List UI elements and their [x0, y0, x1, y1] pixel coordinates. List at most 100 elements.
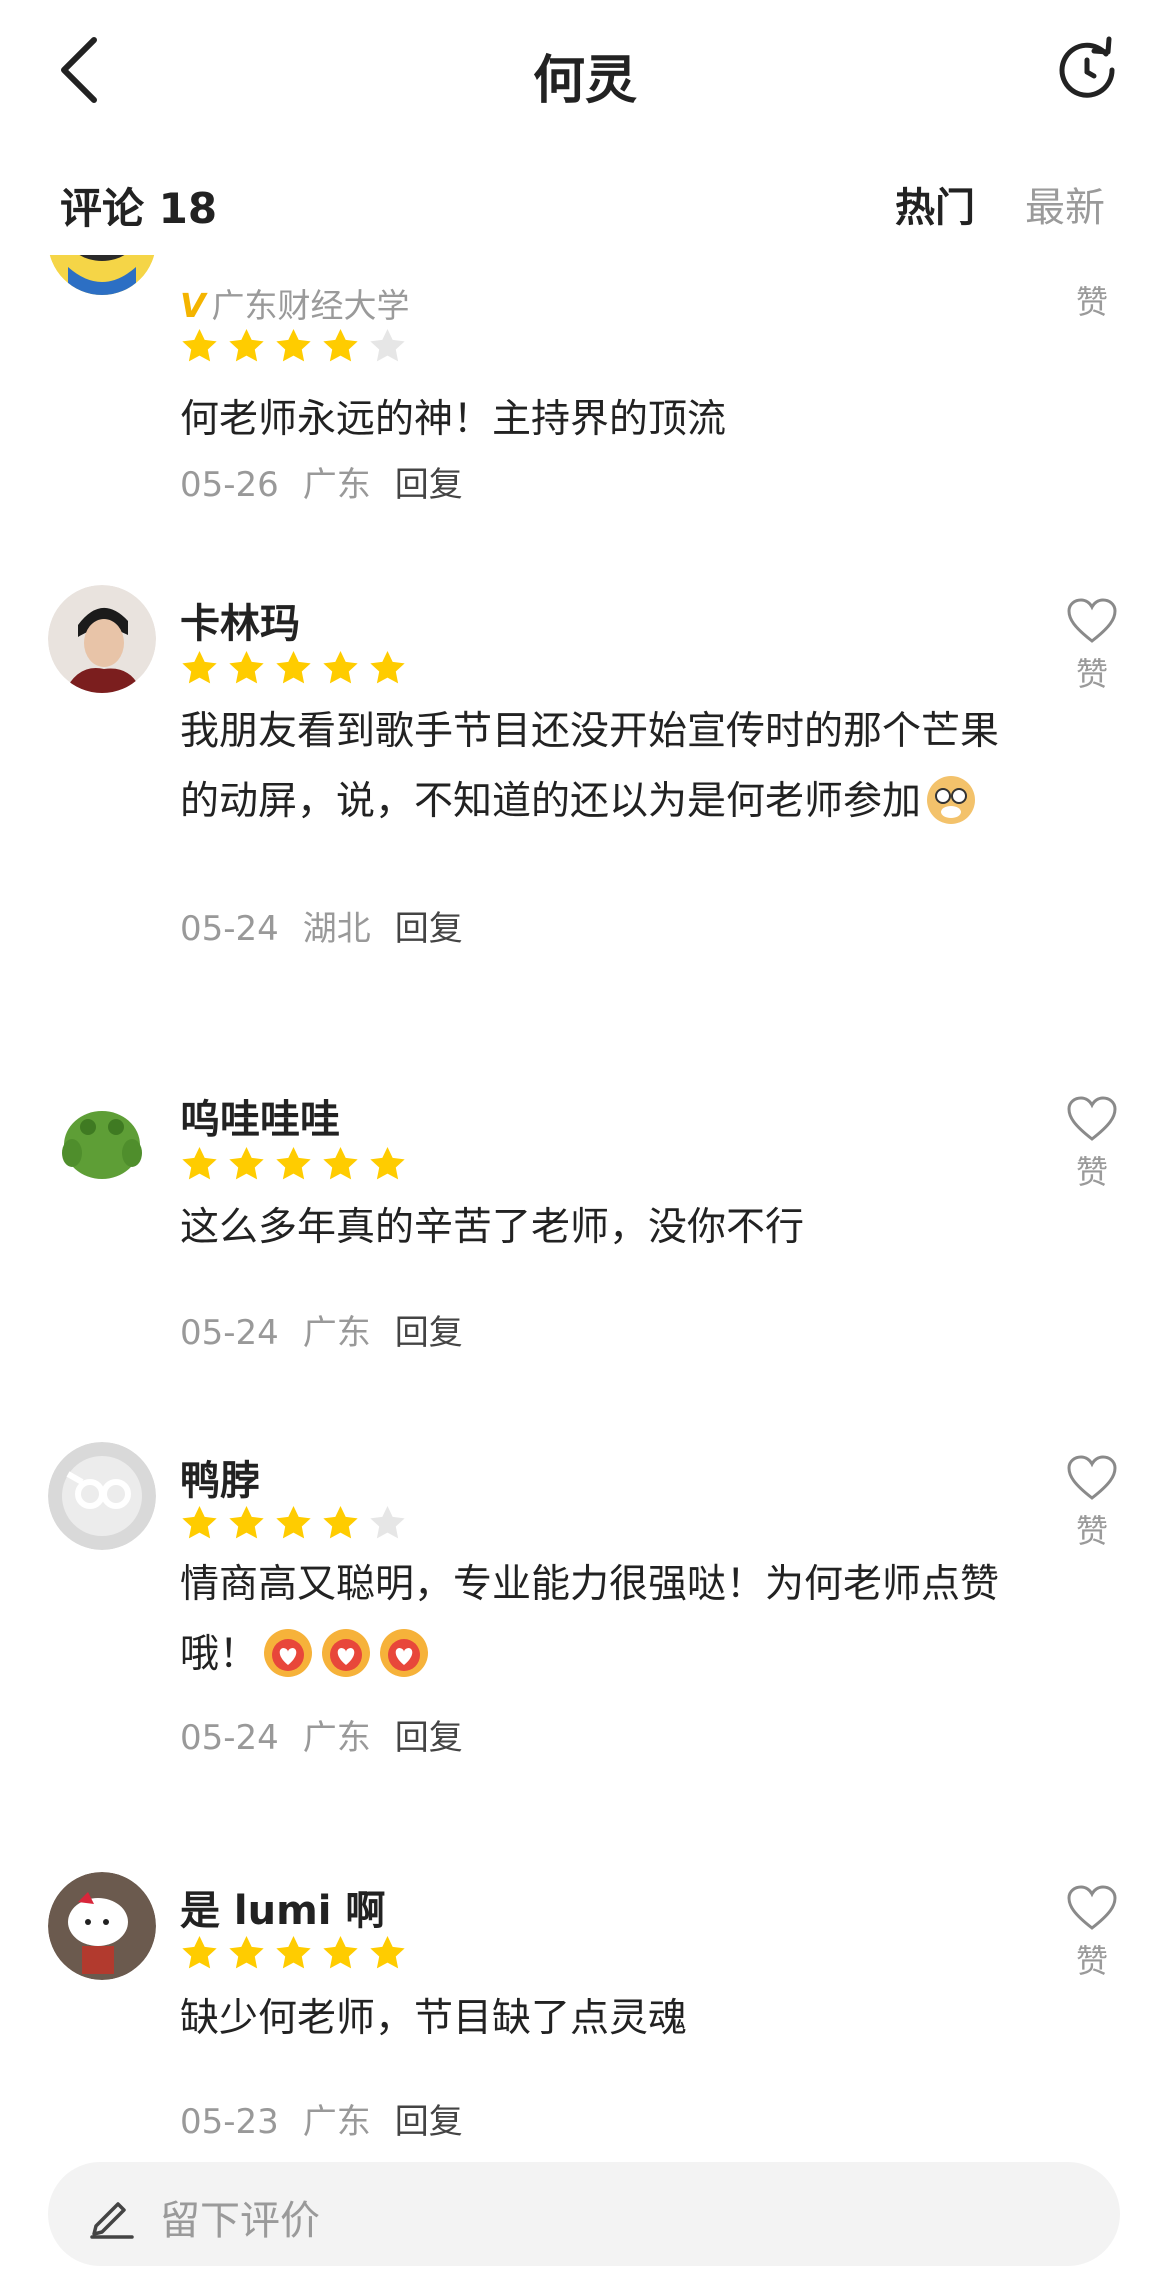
star-filled-icon: [323, 1505, 358, 1539]
like-label: 赞: [1075, 1153, 1108, 1191]
comment-filter-bar: 评论 18 热门 最新: [0, 165, 1170, 245]
heart-icon: [1067, 598, 1117, 643]
pen-icon: [90, 2202, 134, 2239]
star-rating: [180, 649, 407, 693]
comment-text: 情商高又聪明，专业能力很强哒！为何老师点赞哦！: [180, 1562, 1000, 1677]
star-filled-icon: [323, 1146, 358, 1180]
star-filled-icon: [276, 1505, 311, 1539]
star-filled-icon: [370, 1935, 405, 1969]
nav-bar: 何灵: [0, 0, 1170, 140]
star-filled-icon: [370, 1146, 405, 1180]
comment-date: 05-24: [180, 909, 279, 949]
comment-location: 湖北: [302, 909, 371, 949]
comment-list: V 广东财经大学 何老师永远的神！主持界的顶流 05-26 广东 回复 赞 卡林玛 我…: [0, 255, 1170, 2155]
comment-date: 05-24: [180, 1313, 279, 1353]
star-filled-icon: [276, 1146, 311, 1180]
comment-location: 广东: [302, 2102, 371, 2142]
heart-icon: [1067, 1455, 1117, 1500]
star-filled-icon: [182, 1505, 217, 1539]
star-filled-icon: [323, 328, 358, 362]
comment-text: 我朋友看到歌手节目还没开始宣传时的那个芒果的动屏，说，不知道的还以为是何老师参加: [180, 709, 1000, 824]
comment-date: 05-23: [180, 2102, 279, 2142]
verified-badge: V: [180, 286, 206, 325]
reply-button[interactable]: 回复: [395, 465, 463, 505]
heart-face-emoji-icon: [322, 1629, 371, 1677]
tab-newest[interactable]: 最新: [1025, 175, 1105, 233]
like-label: 赞: [1075, 283, 1108, 321]
avatar[interactable]: [48, 1442, 156, 1550]
reply-button[interactable]: 回复: [395, 909, 463, 949]
comment-date: 05-24: [180, 1718, 279, 1758]
review-input[interactable]: 留下评价: [48, 2162, 1120, 2266]
user-school: V 广东财经大学: [180, 286, 410, 325]
star-filled-icon: [229, 1146, 264, 1180]
reply-button[interactable]: 回复: [395, 1718, 463, 1758]
star-filled-icon: [229, 650, 264, 684]
star-filled-icon: [276, 328, 311, 362]
reply-button[interactable]: 回复: [395, 2102, 463, 2142]
heart-icon: [1067, 1885, 1117, 1930]
user-name[interactable]: 呜哇哇哇: [180, 1087, 340, 1145]
like-button[interactable]: 赞: [1064, 1454, 1120, 1552]
like-button[interactable]: 赞: [1064, 1884, 1120, 1982]
comment-item: 呜哇哇哇 这么多年真的辛苦了老师，没你不行 05-24 广东 回复 赞: [0, 1083, 1170, 1383]
comment-count: 评论 18: [60, 184, 218, 233]
comment-location: 广东: [302, 1718, 371, 1758]
like-label: 赞: [1075, 655, 1108, 693]
star-filled-icon: [229, 328, 264, 362]
comment-text: 缺少何老师，节目缺了点灵魂: [180, 1996, 688, 2041]
comment-location: 广东: [302, 1313, 371, 1353]
comment-date: 05-26: [180, 465, 279, 505]
page-title: 何灵: [532, 51, 637, 111]
star-filled-icon: [323, 1935, 358, 1969]
star-rating: [180, 327, 407, 371]
comment-meta: 05-23 广东 回复: [180, 2094, 487, 2143]
comment-item: 是 lumi 啊 缺少何老师，节目缺了点灵魂 05-23 广东 回复 赞: [0, 1872, 1170, 2152]
star-rating: [180, 1504, 407, 1548]
heart-face-emoji-icon: [264, 1629, 313, 1677]
like-button[interactable]: 赞: [1064, 597, 1120, 695]
star-empty-icon: [370, 328, 405, 362]
avatar[interactable]: [48, 255, 156, 295]
comment-item: V 广东财经大学 何老师永远的神！主持界的顶流 05-26 广东 回复 赞: [0, 255, 1170, 555]
comment-location: 广东: [302, 465, 371, 505]
comment-text: 这么多年真的辛苦了老师，没你不行: [180, 1205, 805, 1250]
user-name[interactable]: 是 lumi 啊: [180, 1878, 385, 1936]
like-label: 赞: [1075, 1512, 1108, 1550]
star-filled-icon: [229, 1935, 264, 1969]
reply-button[interactable]: 回复: [395, 1313, 463, 1353]
tab-hot[interactable]: 热门: [895, 175, 975, 233]
review-input-placeholder: 留下评价: [160, 2198, 320, 2244]
refresh-icon[interactable]: [1054, 36, 1120, 102]
comment-meta: 05-24 广东 回复: [180, 1710, 487, 1759]
comment-item: 卡林玛 我朋友看到歌手节目还没开始宣传时的那个芒果的动屏，说，不知道的还以为是何…: [0, 585, 1170, 1005]
avatar[interactable]: [48, 1872, 156, 1980]
avatar[interactable]: [48, 1083, 156, 1191]
star-filled-icon: [182, 1146, 217, 1180]
heart-face-emoji-icon: [380, 1629, 429, 1677]
like-button[interactable]: 赞: [1064, 277, 1120, 323]
star-rating: [180, 1934, 407, 1978]
star-filled-icon: [323, 650, 358, 684]
doge-emoji-icon: [927, 776, 976, 824]
star-empty-icon: [370, 1505, 405, 1539]
star-filled-icon: [276, 650, 311, 684]
comment-meta: 05-24 广东 回复: [180, 1305, 487, 1354]
heart-icon: [1067, 1096, 1117, 1141]
star-filled-icon: [182, 1935, 217, 1969]
star-filled-icon: [182, 328, 217, 362]
comment-meta: 05-26 广东 回复: [180, 457, 487, 506]
star-filled-icon: [229, 1505, 264, 1539]
comment-text: 何老师永远的神！主持界的顶流: [180, 397, 727, 442]
comment-item: 鸭脖 情商高又聪明，专业能力很强哒！为何老师点赞哦！ 05-24 广东 回复 赞: [0, 1442, 1170, 1802]
avatar[interactable]: [48, 585, 156, 693]
like-label: 赞: [1075, 1942, 1108, 1980]
user-name[interactable]: 卡林玛: [180, 591, 300, 649]
star-filled-icon: [370, 650, 405, 684]
user-name[interactable]: 鸭脖: [180, 1448, 260, 1506]
like-button[interactable]: 赞: [1064, 1095, 1120, 1193]
star-rating: [180, 1145, 407, 1189]
comment-meta: 05-24 湖北 回复: [180, 901, 487, 950]
star-filled-icon: [182, 650, 217, 684]
star-filled-icon: [276, 1935, 311, 1969]
